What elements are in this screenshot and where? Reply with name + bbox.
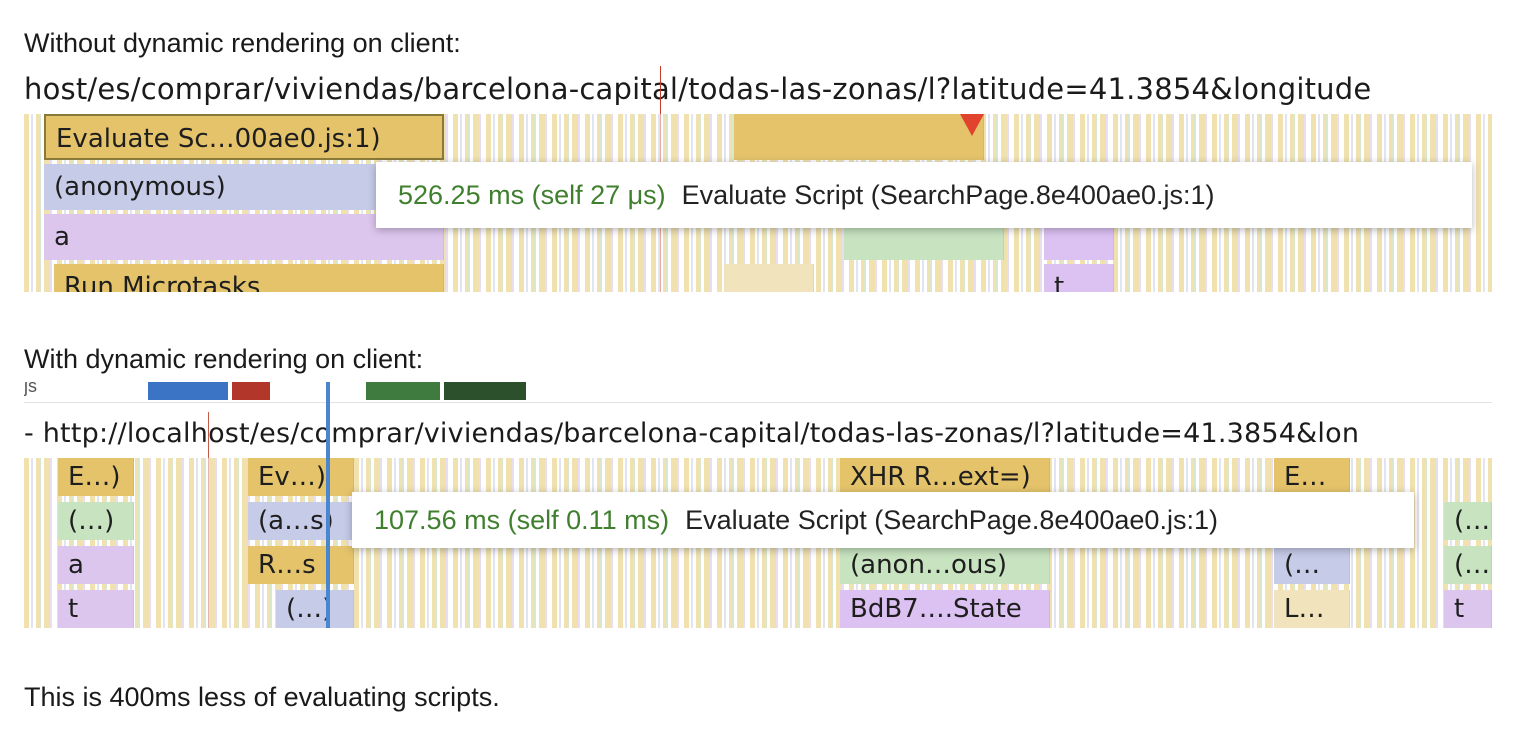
url-track-label: host/es/comprar/viviendas/barcelona-capi… bbox=[24, 72, 1372, 106]
track-label-js: js bbox=[24, 382, 37, 396]
flame-box-evaluate-script[interactable]: Evaluate Sc…00ae0.js:1) bbox=[44, 114, 444, 160]
tooltip-label: Evaluate Script (SearchPage.8e400ae0.js:… bbox=[681, 179, 1215, 210]
timing-marker-blue bbox=[148, 382, 228, 400]
flame-box-t[interactable]: t bbox=[58, 590, 134, 628]
flame-box-paren-edge-2[interactable]: (… bbox=[1444, 546, 1492, 584]
tooltip-label: Evaluate Script (SearchPage.8e400ae0.js:… bbox=[685, 504, 1218, 535]
tooltip-duration: 526.25 ms (self 27 μs) bbox=[398, 179, 666, 210]
timing-marker-dark-green bbox=[444, 382, 526, 400]
warning-triangle-icon bbox=[960, 114, 984, 136]
flame-tooltip: 526.25 ms (self 27 μs) Evaluate Script (… bbox=[376, 162, 1472, 228]
tooltip-duration: 107.56 ms (self 0.11 ms) bbox=[374, 504, 670, 535]
flame-box[interactable] bbox=[724, 264, 814, 292]
flame-box-l[interactable]: L… bbox=[1274, 590, 1350, 628]
flame-box-t-edge[interactable]: t bbox=[1444, 590, 1492, 628]
flame-box-paren[interactable]: (…) bbox=[58, 502, 134, 540]
flame-box-e[interactable]: E…) bbox=[58, 458, 134, 496]
flame-box-anon-short[interactable]: (a…s) bbox=[248, 502, 354, 540]
conclusion-text: This is 400ms less of evaluating scripts… bbox=[24, 682, 500, 712]
caption-with-dynamic-rendering: With dynamic rendering on client: bbox=[24, 344, 424, 374]
url-track-label: - http://localhost/es/comprar/viviendas/… bbox=[24, 418, 1360, 449]
flame-box-bdb7-state[interactable]: BdB7….State bbox=[840, 590, 1050, 628]
flame-box-e-short[interactable]: E… bbox=[1274, 458, 1350, 496]
flame-box-rs[interactable]: R…s bbox=[248, 546, 354, 584]
caption-without-dynamic-rendering: Without dynamic rendering on client: bbox=[24, 28, 461, 58]
playhead-line[interactable] bbox=[326, 382, 330, 628]
flame-box-paren-2[interactable]: (… bbox=[1274, 546, 1350, 584]
flame-chart-without-dynamic-rendering: host/es/comprar/viviendas/barcelona-capi… bbox=[24, 66, 1492, 292]
timing-marker-green bbox=[366, 382, 440, 400]
flame-box[interactable] bbox=[734, 114, 984, 160]
flame-box-paren-edge[interactable]: (… bbox=[1444, 502, 1492, 540]
flame-box-a[interactable]: a bbox=[58, 546, 134, 584]
flame-chart-with-dynamic-rendering: js - http://localhost/es/comprar/viviend… bbox=[24, 382, 1492, 628]
timing-marker-red bbox=[232, 382, 270, 400]
flame-box-run-microtasks[interactable]: Run Microtasks bbox=[54, 264, 444, 292]
flame-box-xhr[interactable]: XHR R…ext=) bbox=[840, 458, 1050, 496]
flame-box-ev[interactable]: Ev…) bbox=[248, 458, 354, 496]
divider bbox=[24, 402, 1492, 403]
flame-tooltip: 107.56 ms (self 0.11 ms) Evaluate Script… bbox=[352, 492, 1414, 548]
flame-box-t[interactable]: t bbox=[1044, 264, 1114, 292]
flame-box-anonymous[interactable]: (anon…ous) bbox=[840, 546, 1050, 584]
flame-box-paren-3[interactable]: (…) bbox=[276, 590, 354, 628]
